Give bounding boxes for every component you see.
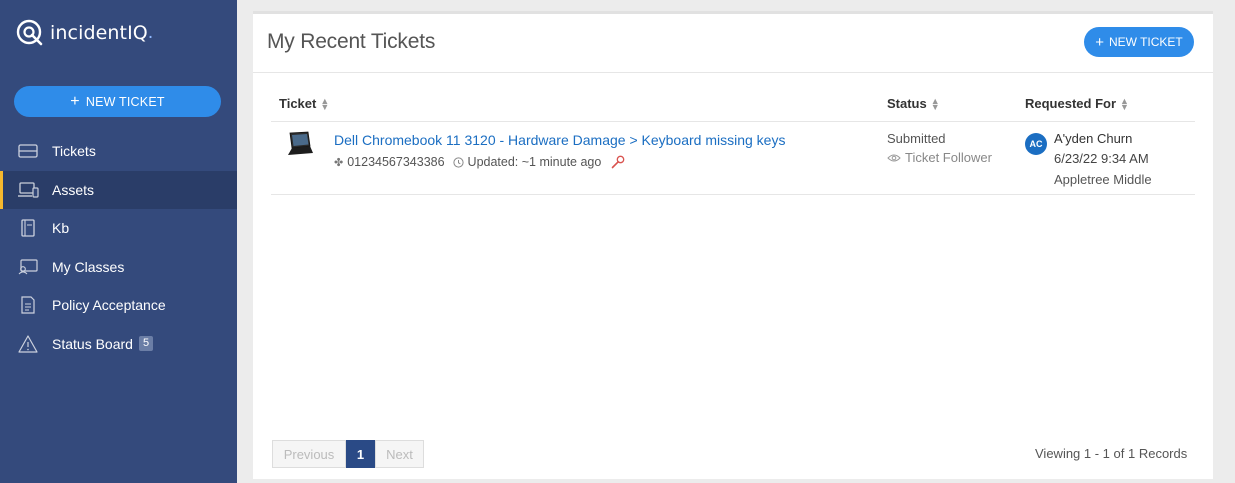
assets-icon [17,181,39,199]
sort-icon: ▲ ▼ [320,95,330,112]
requester-name: A'yden Churn [1054,131,1133,146]
ticket-title-link[interactable]: Dell Chromebook 11 3120 - Hardware Damag… [334,132,785,148]
sidebar-new-ticket-button[interactable]: + NEW TICKET [14,86,221,117]
sidebar-item-label: Kb [52,220,70,237]
new-ticket-button[interactable]: + NEW TICKET [1084,27,1194,57]
sidebar-item-label: Policy Acceptance [52,297,166,314]
recent-tickets-panel: My Recent Tickets + NEW TICKET Ticket ▲ ▼… [253,11,1213,479]
sidebar-item-label: Assets [52,181,95,198]
column-header-status[interactable]: Status ▲ ▼ [887,96,940,111]
sidebar-new-ticket-label: NEW TICKET [85,94,165,109]
logo-text: incidentIQ [50,22,148,44]
sidebar-item-label: Tickets [52,143,96,160]
ticket-meta: ✤ 01234567343386 Updated: ~1 minute ago [334,155,625,169]
warning-triangle-icon [17,335,39,353]
sidebar: incidentIQ . + NEW TICKET Tickets Assets… [0,0,237,483]
logo-q-icon [16,19,43,46]
plus-icon: + [1095,33,1104,51]
column-header-label: Ticket [279,96,317,111]
plus-icon: + [70,92,80,110]
sidebar-item-kb[interactable]: Kb [0,209,237,248]
sidebar-item-status-board[interactable]: Status Board 5 [0,325,237,364]
follower-label: Ticket Follower [905,150,992,165]
wrench-icon [612,155,625,169]
status-board-count-badge: 5 [138,336,154,352]
eye-icon [887,154,901,161]
page-title: My Recent Tickets [267,30,436,53]
clock-icon [452,156,464,168]
new-ticket-label: NEW TICKET [1108,35,1183,49]
column-header-label: Requested For [1025,96,1117,111]
sort-icon: ▲ ▼ [930,95,940,112]
requested-date: 6/23/22 9:34 AM [1054,151,1149,166]
classes-icon [17,258,39,276]
sidebar-item-assets[interactable]: Assets [0,170,237,209]
sidebar-item-label: Status Board [52,335,133,352]
policy-document-icon [17,296,39,314]
sidebar-item-policy-acceptance[interactable]: Policy Acceptance [0,286,237,325]
current-page-button[interactable]: 1 [346,440,375,468]
sort-icon: ▲ ▼ [1120,95,1129,112]
next-page-button[interactable]: Next [375,440,424,468]
chromebook-device-icon [288,131,313,155]
tickets-icon [17,142,39,160]
asset-tag-icon: ✤ [334,156,344,169]
row-divider [271,194,1195,195]
sidebar-item-tickets[interactable]: Tickets [0,132,237,171]
column-header-label: Status [887,96,927,111]
requester-location: Appletree Middle [1054,172,1152,187]
sidebar-item-my-classes[interactable]: My Classes [0,248,237,287]
logo-dot: . [147,22,154,43]
avatar[interactable]: AC [1025,133,1047,155]
kb-book-icon [17,219,39,237]
ticket-follower: Ticket Follower [887,150,992,165]
sidebar-item-label: My Classes [52,258,125,275]
sidebar-nav: Tickets Assets Kb My Classes Policy Acce… [0,132,237,363]
records-count: Viewing 1 - 1 of 1 Records [1035,446,1188,461]
updated-time: Updated: ~1 minute ago [467,155,602,169]
asset-tag: 01234567343386 [347,155,445,169]
incidentiq-logo[interactable]: incidentIQ . [15,17,153,49]
column-header-ticket[interactable]: Ticket ▲ ▼ [279,96,329,111]
column-header-requested-for[interactable]: Requested For ▲ ▼ [1025,96,1129,111]
previous-page-button[interactable]: Previous [272,440,346,468]
ticket-status: Submitted [887,131,946,146]
header-divider [253,72,1213,73]
header-row-divider [271,121,1195,122]
pagination: Previous 1 Next [272,440,424,468]
